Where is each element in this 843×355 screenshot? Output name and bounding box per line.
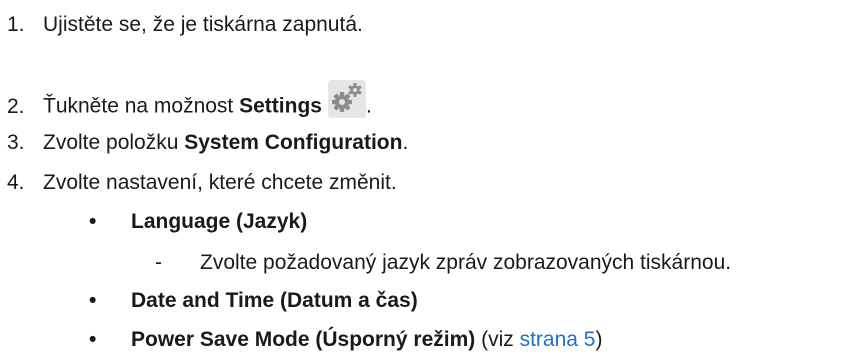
reference-suffix: ) [595, 328, 603, 351]
step-number: 4. [7, 171, 25, 194]
step-text: Zvolte nastavení, které chcete změnit. [43, 171, 397, 194]
step-number: 3. [7, 131, 25, 154]
step-text-end: . [365, 94, 372, 118]
settings-gears-icon [327, 80, 366, 118]
option-power-save-text: Power Save Mode (Úsporný režim) (viz str… [131, 327, 602, 353]
bullet: • [89, 328, 97, 351]
step-text: Ujistěte se, že je tiskárna zapnutá. [43, 13, 363, 36]
reference-prefix: (viz [475, 328, 520, 351]
option-label: Power Save Mode (Úsporný režim) [131, 328, 476, 351]
dash: - [155, 251, 162, 274]
bullet: • [89, 289, 97, 312]
option-detail-text: Zvolte požadovaný jazyk zpráv zobrazovan… [200, 251, 732, 274]
step-number: 2. [7, 94, 25, 118]
step-3: 3. Zvolte položku System Configuration. [7, 130, 408, 156]
settings-label: Settings [239, 94, 322, 118]
step-2: 2. Ťukněte na možnost Settings . [7, 80, 372, 126]
step-text: Zvolte položku [43, 131, 185, 154]
bullet: • [89, 210, 97, 233]
option-label: Language (Jazyk) [131, 210, 308, 233]
system-configuration-label: System Configuration [184, 131, 403, 154]
step-text-end: . [402, 131, 409, 154]
step-1: 1. Ujistěte se, že je tiskárna zapnutá. [7, 12, 363, 38]
option-label: Date and Time (Datum a čas) [131, 289, 418, 312]
page-reference-link[interactable]: strana 5 [520, 328, 596, 351]
step-number: 1. [7, 13, 25, 36]
step-text: Ťukněte na možnost [43, 94, 240, 118]
step-4: 4. Zvolte nastavení, které chcete změnit. [7, 170, 397, 196]
